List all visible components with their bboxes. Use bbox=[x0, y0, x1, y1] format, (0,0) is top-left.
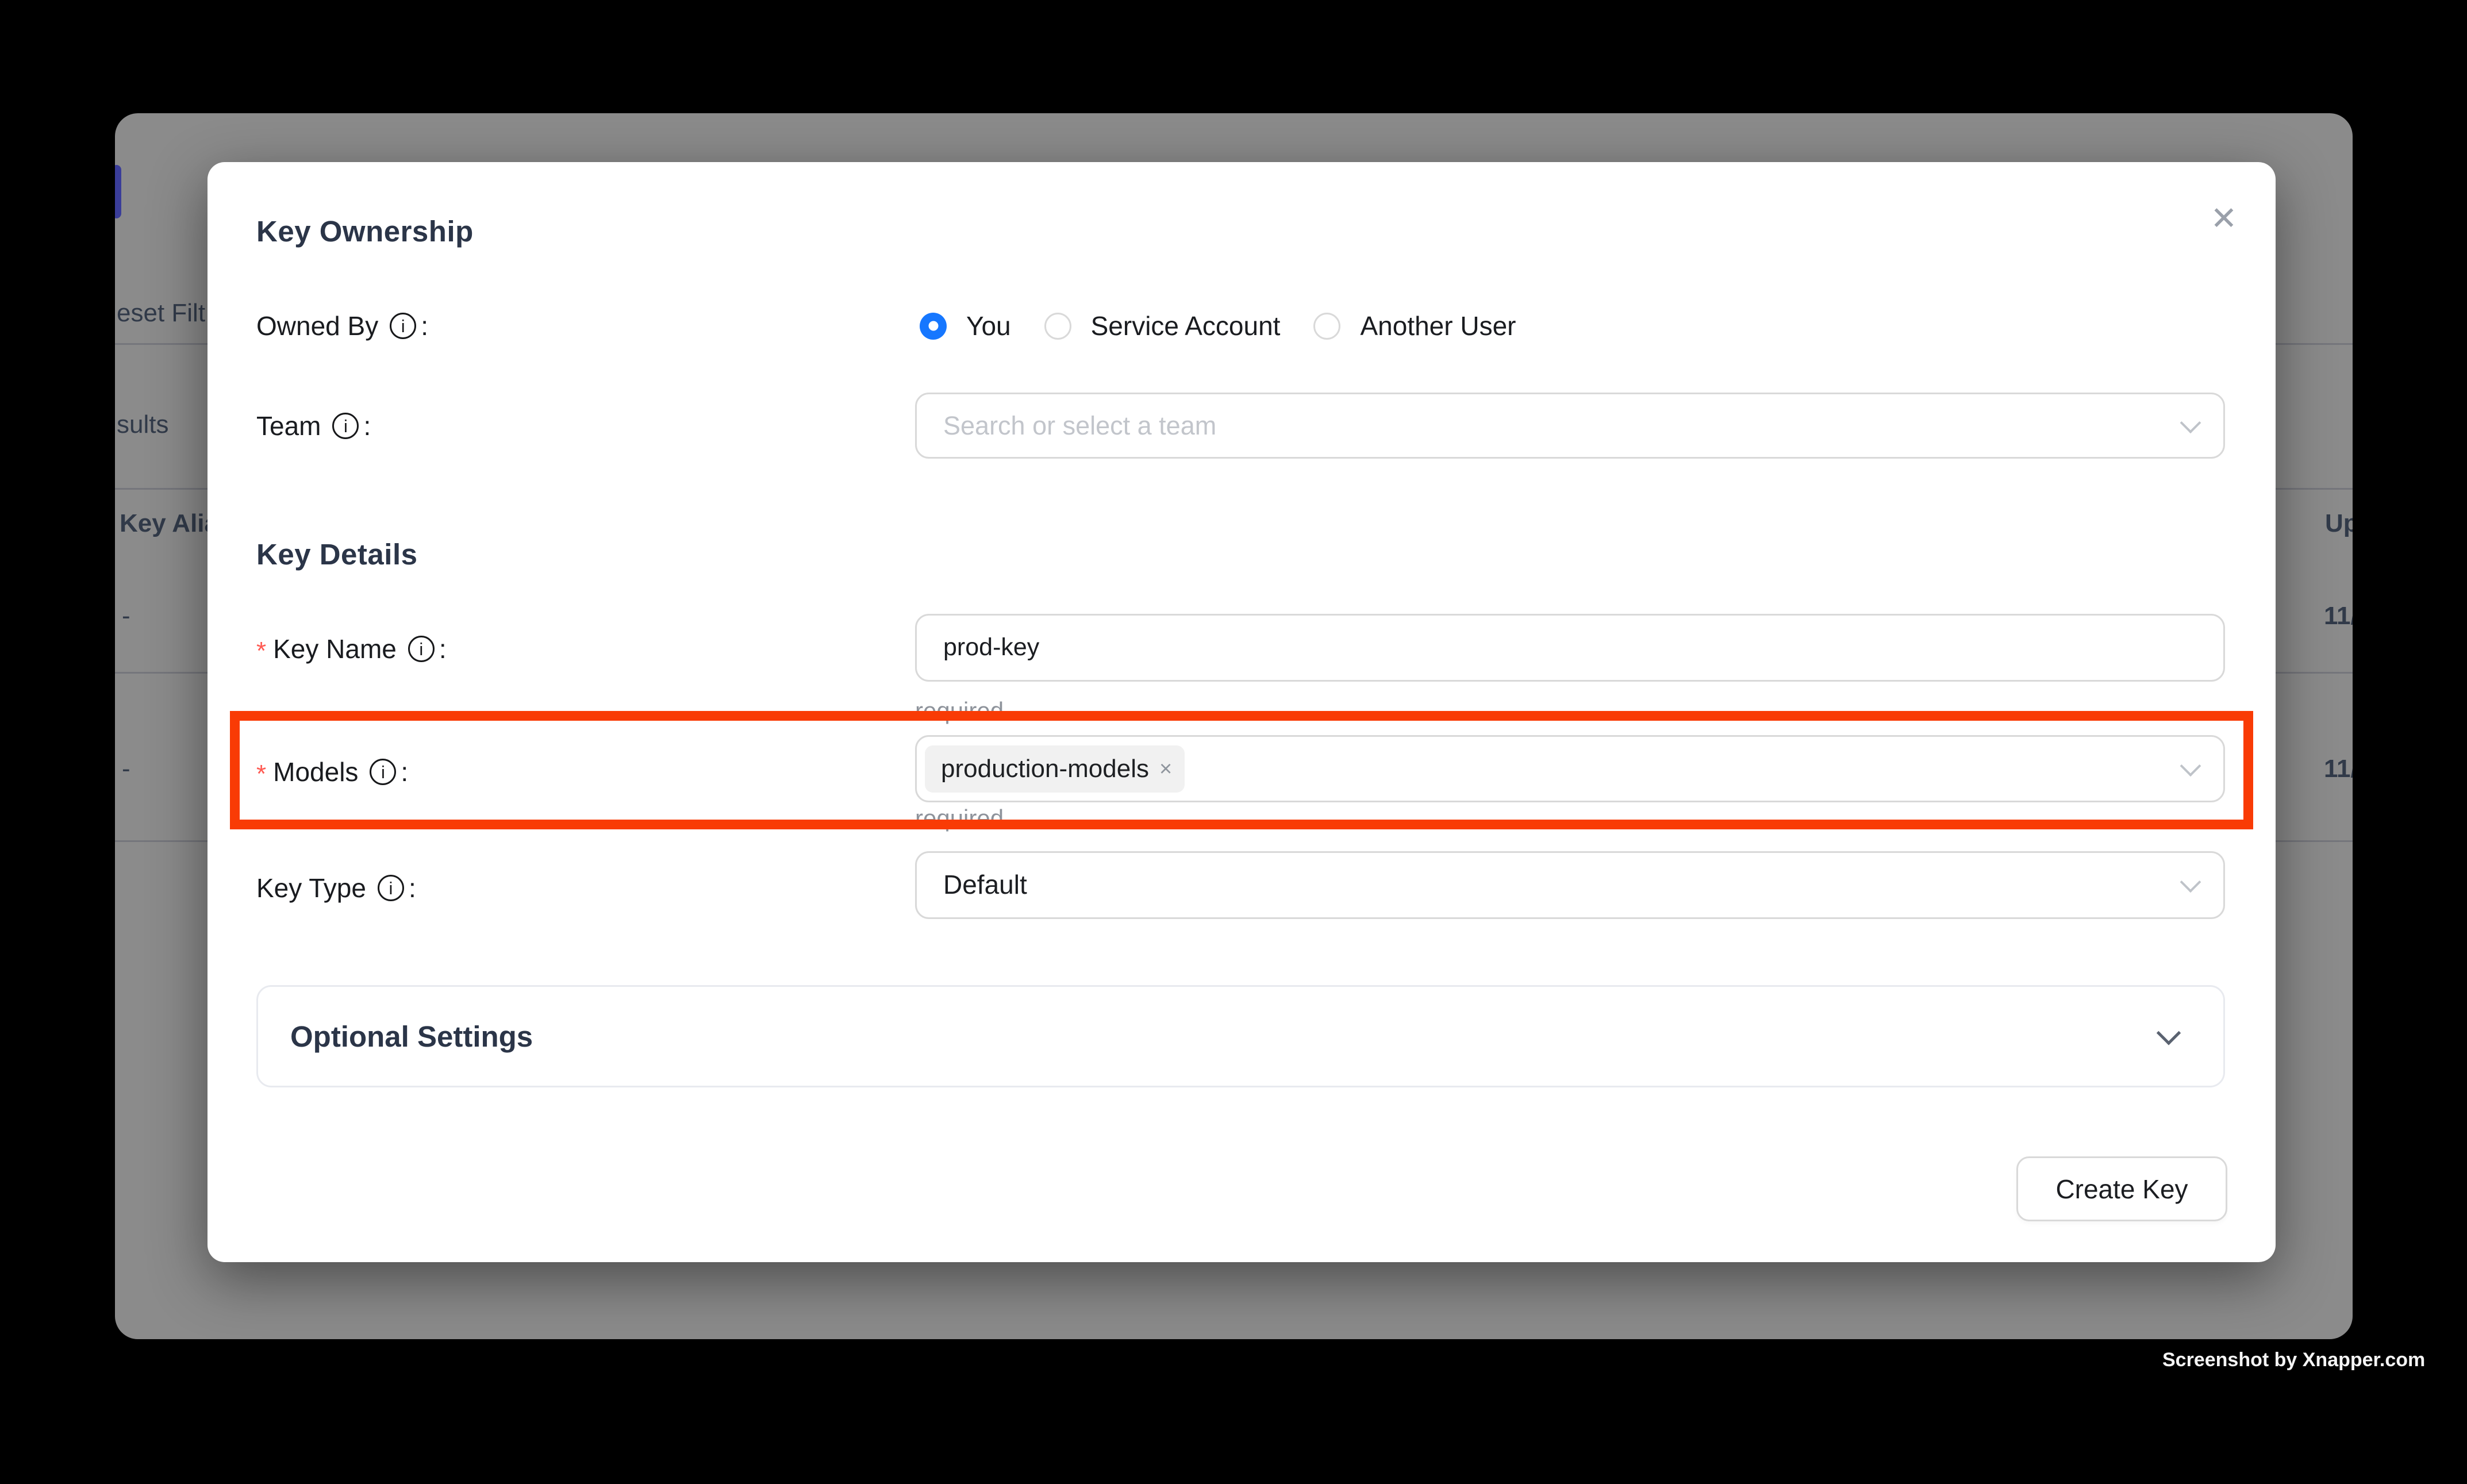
info-icon[interactable]: i bbox=[390, 313, 416, 339]
column-header-key-alias: Key Alia bbox=[120, 505, 218, 542]
optional-settings-title: Optional Settings bbox=[290, 1020, 533, 1054]
radio-label[interactable]: Another User bbox=[1360, 309, 1516, 343]
team-label: Team i : bbox=[256, 408, 371, 444]
owned-by-label-text: Owned By bbox=[256, 308, 378, 344]
label-colon: : bbox=[363, 408, 371, 444]
required-asterisk: * bbox=[256, 756, 266, 792]
models-label-text: Models bbox=[273, 754, 358, 790]
column-header-updated: Up bbox=[2325, 505, 2353, 542]
watermark: Screenshot by Xnapper.com bbox=[2162, 1349, 2425, 1371]
create-key-modal: ✕ Key Ownership Owned By i : You Service… bbox=[207, 162, 2276, 1262]
create-key-button[interactable]: Create Key bbox=[2016, 1156, 2227, 1221]
info-icon[interactable]: i bbox=[370, 759, 396, 785]
chevron-down-icon bbox=[2180, 871, 2201, 893]
team-select-placeholder: Search or select a team bbox=[917, 410, 1216, 441]
screenshot-frame: eset Filt sults Key Alia Up - 11/ - 11/ … bbox=[0, 0, 2467, 1484]
team-select[interactable]: Search or select a team bbox=[915, 393, 2225, 459]
close-icon: ✕ bbox=[2211, 202, 2238, 234]
radio-label[interactable]: Service Account bbox=[1091, 309, 1281, 343]
section-heading-key-ownership: Key Ownership bbox=[256, 214, 474, 249]
required-asterisk: * bbox=[256, 633, 266, 669]
primary-action-button-partial bbox=[115, 165, 121, 218]
model-tag-text: production-models bbox=[941, 755, 1149, 783]
key-name-label: * Key Name i : bbox=[256, 631, 447, 667]
section-heading-key-details: Key Details bbox=[256, 537, 417, 572]
models-label: * Models i : bbox=[256, 754, 408, 790]
radio-unselected-icon[interactable] bbox=[1313, 313, 1340, 340]
key-type-label-text: Key Type bbox=[256, 870, 366, 906]
table-cell-alias: - bbox=[122, 751, 130, 787]
radio-owned-by-another-user[interactable]: Another User bbox=[1313, 309, 1516, 343]
table-cell-date: 11/ bbox=[2324, 598, 2353, 635]
owned-by-label: Owned By i : bbox=[256, 308, 428, 344]
team-label-text: Team bbox=[256, 408, 321, 444]
label-colon: : bbox=[421, 308, 428, 344]
info-icon[interactable]: i bbox=[332, 413, 359, 439]
reset-filters-button-partial: eset Filt bbox=[117, 295, 205, 332]
key-type-select[interactable]: Default bbox=[915, 851, 2225, 919]
chevron-down-icon bbox=[2157, 1021, 2181, 1045]
info-icon[interactable]: i bbox=[378, 875, 404, 901]
table-cell-alias: - bbox=[122, 598, 130, 635]
label-colon: : bbox=[439, 631, 447, 667]
tag-remove-icon[interactable]: × bbox=[1159, 758, 1172, 780]
chevron-down-icon bbox=[2180, 412, 2201, 433]
radio-owned-by-service-account[interactable]: Service Account bbox=[1044, 309, 1281, 343]
key-name-input-value: prod-key bbox=[917, 633, 1039, 663]
models-required-hint: required bbox=[915, 803, 1004, 833]
results-count-partial: sults bbox=[117, 406, 168, 443]
radio-label[interactable]: You bbox=[966, 309, 1011, 343]
key-type-select-value: Default bbox=[917, 869, 1027, 901]
models-select[interactable]: production-models × bbox=[915, 735, 2225, 802]
optional-settings-header[interactable]: Optional Settings bbox=[256, 985, 2225, 1087]
label-colon: : bbox=[409, 870, 416, 906]
radio-selected-icon[interactable] bbox=[920, 313, 947, 340]
owned-by-radio-group: You Service Account Another User bbox=[920, 307, 1516, 344]
close-button[interactable]: ✕ bbox=[2201, 195, 2247, 241]
table-cell-date: 11/ bbox=[2324, 751, 2353, 787]
key-name-input[interactable]: prod-key bbox=[915, 614, 2225, 682]
info-icon[interactable]: i bbox=[408, 636, 435, 662]
key-type-label: Key Type i : bbox=[256, 870, 416, 906]
radio-unselected-icon[interactable] bbox=[1044, 313, 1071, 340]
key-name-required-hint: required bbox=[915, 696, 1004, 726]
label-colon: : bbox=[401, 754, 408, 790]
key-name-label-text: Key Name bbox=[273, 631, 397, 667]
chevron-down-icon bbox=[2180, 755, 2201, 776]
model-tag: production-models × bbox=[925, 745, 1185, 793]
radio-owned-by-you[interactable]: You bbox=[920, 309, 1011, 343]
